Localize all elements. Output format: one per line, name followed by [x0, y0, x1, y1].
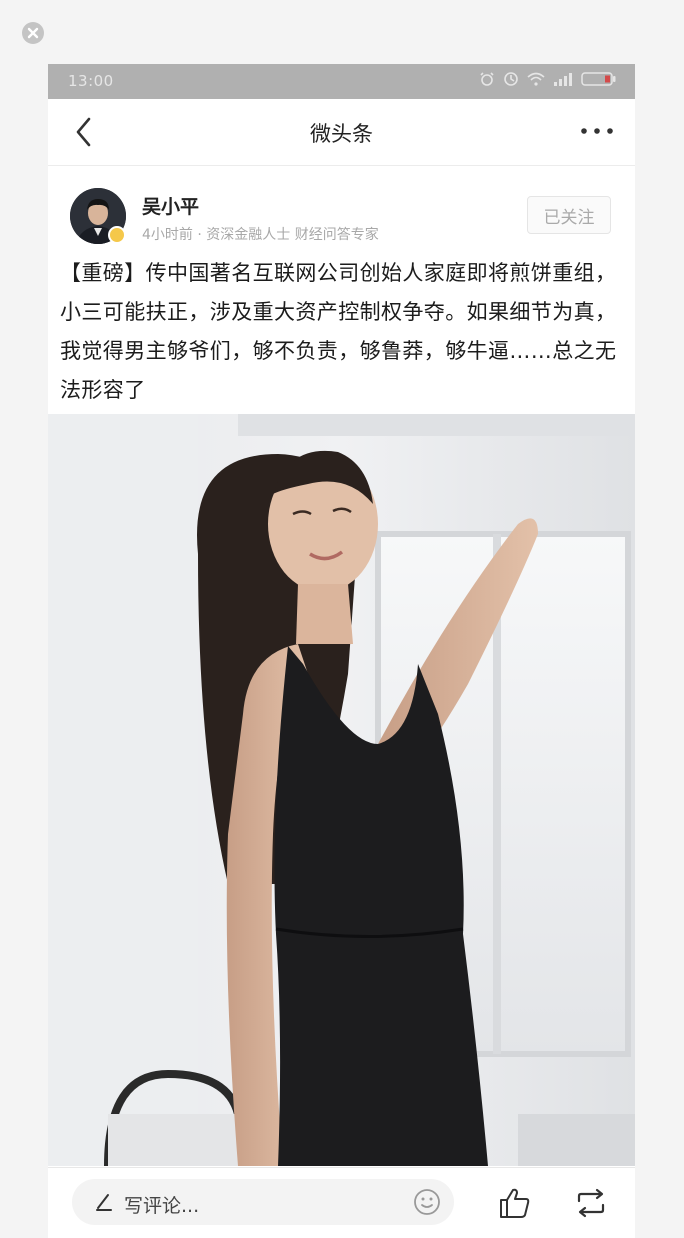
follow-button[interactable]: 已关注	[527, 196, 611, 234]
phone-screen: 13:00 微头条 吴小平 4小时前 · 资深金融人士 财经问答专家 已关注 【…	[48, 64, 635, 1238]
alarm-icon	[480, 72, 494, 86]
clock-icon	[504, 72, 518, 86]
wifi-icon	[527, 72, 545, 86]
signal-icon	[554, 73, 572, 86]
post-text: 【重磅】传中国著名互联网公司创始人家庭即将煎饼重组，小三可能扶正，涉及重大资产控…	[60, 261, 617, 402]
status-icons	[479, 71, 617, 87]
author-meta: 4小时前 · 资深金融人士 财经问答专家	[142, 227, 379, 243]
post-image[interactable]	[48, 414, 635, 1166]
verified-badge-icon	[108, 226, 126, 244]
status-time: 13:00	[68, 72, 114, 90]
author-row: 吴小平 4小时前 · 资深金融人士 财经问答专家 已关注	[48, 166, 635, 246]
bottom-bar: 写评论...	[48, 1167, 635, 1238]
pen-icon	[96, 1194, 112, 1211]
more-dots-icon[interactable]	[579, 119, 615, 143]
comment-placeholder: 写评论...	[124, 1195, 200, 1217]
close-icon[interactable]	[22, 22, 44, 44]
status-bar: 13:00	[48, 64, 635, 99]
nav-bar: 微头条	[48, 99, 635, 166]
repost-icon[interactable]	[575, 1188, 607, 1218]
comment-input[interactable]: 写评论...	[72, 1179, 454, 1225]
like-icon[interactable]	[498, 1186, 532, 1220]
page-title: 微头条	[310, 122, 373, 146]
battery-icon	[581, 72, 616, 86]
emoji-icon[interactable]	[412, 1187, 442, 1217]
author-name[interactable]: 吴小平	[142, 192, 199, 219]
